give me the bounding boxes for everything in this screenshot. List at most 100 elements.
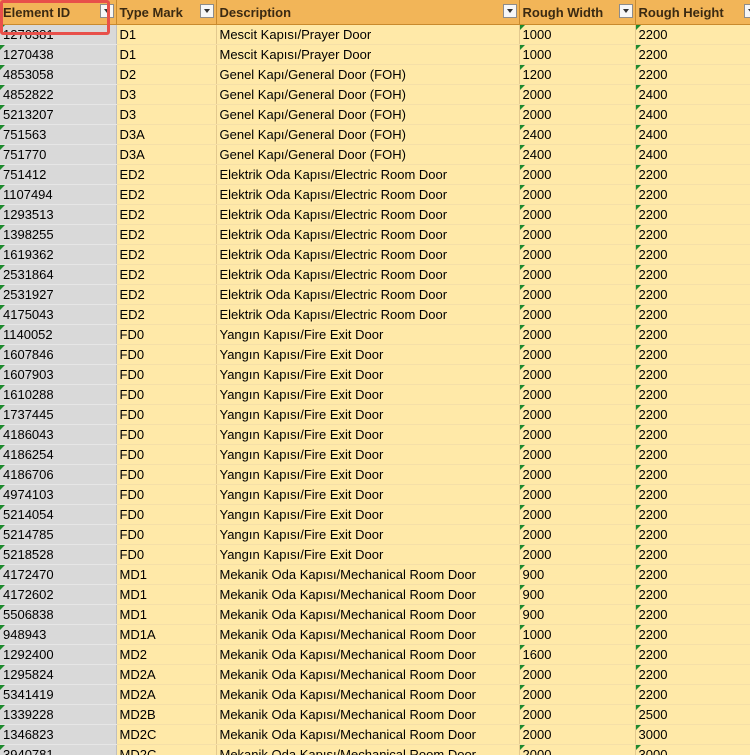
cell-type-mark[interactable]: FD0 xyxy=(116,404,217,425)
cell-type-mark[interactable]: MD1 xyxy=(116,564,217,585)
cell-rough-width[interactable]: 2000 xyxy=(519,484,636,505)
cell-type-mark[interactable]: ED2 xyxy=(116,264,217,285)
cell-type-mark[interactable]: MD2A xyxy=(116,684,217,705)
cell-element-id[interactable]: 1140052 xyxy=(0,324,117,345)
filter-dropdown-icon[interactable] xyxy=(199,4,214,18)
cell-rough-width[interactable]: 2000 xyxy=(519,704,636,725)
cell-rough-height[interactable]: 2200 xyxy=(635,584,750,605)
cell-rough-height[interactable]: 2200 xyxy=(635,164,750,185)
cell-type-mark[interactable]: MD1 xyxy=(116,584,217,605)
cell-type-mark[interactable]: FD0 xyxy=(116,544,217,565)
cell-type-mark[interactable]: FD0 xyxy=(116,484,217,505)
cell-rough-width[interactable]: 2000 xyxy=(519,284,636,305)
cell-rough-height[interactable]: 2200 xyxy=(635,644,750,665)
cell-description[interactable]: Mekanik Oda Kapısı/Mechanical Room Door xyxy=(216,564,520,585)
cell-element-id[interactable]: 4186706 xyxy=(0,464,117,485)
cell-element-id[interactable]: 5341419 xyxy=(0,684,117,705)
filter-dropdown-icon[interactable] xyxy=(618,4,633,18)
cell-type-mark[interactable]: D2 xyxy=(116,64,217,85)
cell-type-mark[interactable]: FD0 xyxy=(116,464,217,485)
cell-type-mark[interactable]: FD0 xyxy=(116,324,217,345)
cell-rough-width[interactable]: 2000 xyxy=(519,224,636,245)
cell-description[interactable]: Mekanik Oda Kapısı/Mechanical Room Door xyxy=(216,584,520,605)
cell-rough-height[interactable]: 2200 xyxy=(635,564,750,585)
cell-rough-width[interactable]: 1000 xyxy=(519,624,636,645)
cell-rough-width[interactable]: 2000 xyxy=(519,264,636,285)
cell-description[interactable]: Yangın Kapısı/Fire Exit Door xyxy=(216,524,520,545)
cell-element-id[interactable]: 5506838 xyxy=(0,604,117,625)
filter-dropdown-icon[interactable] xyxy=(502,4,517,18)
cell-type-mark[interactable]: FD0 xyxy=(116,384,217,405)
cell-rough-height[interactable]: 2200 xyxy=(635,24,750,45)
cell-element-id[interactable]: 4186254 xyxy=(0,444,117,465)
cell-rough-width[interactable]: 2000 xyxy=(519,324,636,345)
cell-description[interactable]: Mekanik Oda Kapısı/Mechanical Room Door xyxy=(216,664,520,685)
cell-type-mark[interactable]: D1 xyxy=(116,24,217,45)
cell-description[interactable]: Elektrik Oda Kapısı/Electric Room Door xyxy=(216,244,520,265)
cell-rough-height[interactable]: 2400 xyxy=(635,84,750,105)
cell-rough-width[interactable]: 2400 xyxy=(519,144,636,165)
cell-description[interactable]: Genel Kapı/General Door (FOH) xyxy=(216,64,520,85)
cell-rough-width[interactable]: 2000 xyxy=(519,464,636,485)
cell-element-id[interactable]: 5214054 xyxy=(0,504,117,525)
cell-rough-width[interactable]: 2000 xyxy=(519,304,636,325)
cell-rough-width[interactable]: 2000 xyxy=(519,204,636,225)
cell-rough-width[interactable]: 2000 xyxy=(519,544,636,565)
cell-rough-height[interactable]: 2200 xyxy=(635,364,750,385)
cell-type-mark[interactable]: FD0 xyxy=(116,524,217,545)
cell-rough-height[interactable]: 3000 xyxy=(635,724,750,745)
cell-rough-height[interactable]: 2200 xyxy=(635,544,750,565)
cell-description[interactable]: Elektrik Oda Kapısı/Electric Room Door xyxy=(216,304,520,325)
cell-description[interactable]: Mescit Kapısı/Prayer Door xyxy=(216,24,520,45)
cell-element-id[interactable]: 2531864 xyxy=(0,264,117,285)
cell-rough-height[interactable]: 2200 xyxy=(635,64,750,85)
cell-rough-height[interactable]: 2200 xyxy=(635,464,750,485)
cell-description[interactable]: Yangın Kapısı/Fire Exit Door xyxy=(216,404,520,425)
cell-element-id[interactable]: 1607903 xyxy=(0,364,117,385)
cell-rough-width[interactable]: 2000 xyxy=(519,524,636,545)
cell-description[interactable]: Mescit Kapısı/Prayer Door xyxy=(216,44,520,65)
cell-rough-width[interactable]: 2000 xyxy=(519,244,636,265)
cell-type-mark[interactable]: D3 xyxy=(116,104,217,125)
cell-rough-height[interactable]: 2200 xyxy=(635,344,750,365)
cell-type-mark[interactable]: ED2 xyxy=(116,244,217,265)
cell-type-mark[interactable]: ED2 xyxy=(116,224,217,245)
cell-type-mark[interactable]: MD2 xyxy=(116,644,217,665)
cell-rough-height[interactable]: 2200 xyxy=(635,44,750,65)
cell-rough-width[interactable]: 2000 xyxy=(519,424,636,445)
cell-element-id[interactable]: 1293513 xyxy=(0,204,117,225)
cell-element-id[interactable]: 751770 xyxy=(0,144,117,165)
cell-element-id[interactable]: 4186043 xyxy=(0,424,117,445)
cell-rough-height[interactable]: 2400 xyxy=(635,144,750,165)
cell-rough-width[interactable]: 2000 xyxy=(519,364,636,385)
cell-element-id[interactable]: 4172602 xyxy=(0,584,117,605)
cell-rough-height[interactable]: 2200 xyxy=(635,324,750,345)
cell-element-id[interactable]: 1346823 xyxy=(0,724,117,745)
filter-dropdown-icon[interactable] xyxy=(743,4,750,18)
cell-type-mark[interactable]: ED2 xyxy=(116,284,217,305)
cell-rough-width[interactable]: 900 xyxy=(519,584,636,605)
cell-rough-width[interactable]: 2000 xyxy=(519,384,636,405)
cell-element-id[interactable]: 1270381 xyxy=(0,24,117,45)
column-header-type-mark[interactable]: Type Mark xyxy=(116,0,217,25)
cell-element-id[interactable]: 5213207 xyxy=(0,104,117,125)
filter-dropdown-icon[interactable] xyxy=(99,4,114,18)
cell-rough-height[interactable]: 2200 xyxy=(635,284,750,305)
cell-description[interactable]: Mekanik Oda Kapısı/Mechanical Room Door xyxy=(216,704,520,725)
cell-type-mark[interactable]: MD2C xyxy=(116,744,217,755)
cell-description[interactable]: Yangın Kapısı/Fire Exit Door xyxy=(216,444,520,465)
cell-element-id[interactable]: 5214785 xyxy=(0,524,117,545)
cell-description[interactable]: Elektrik Oda Kapısı/Electric Room Door xyxy=(216,184,520,205)
cell-element-id[interactable]: 751412 xyxy=(0,164,117,185)
cell-description[interactable]: Elektrik Oda Kapısı/Electric Room Door xyxy=(216,204,520,225)
cell-rough-height[interactable]: 2200 xyxy=(635,244,750,265)
cell-description[interactable]: Elektrik Oda Kapısı/Electric Room Door xyxy=(216,224,520,245)
cell-rough-width[interactable]: 2000 xyxy=(519,344,636,365)
cell-type-mark[interactable]: D1 xyxy=(116,44,217,65)
cell-element-id[interactable]: 1339228 xyxy=(0,704,117,725)
cell-description[interactable]: Mekanik Oda Kapısı/Mechanical Room Door xyxy=(216,624,520,645)
cell-element-id[interactable]: 751563 xyxy=(0,124,117,145)
cell-description[interactable]: Yangın Kapısı/Fire Exit Door xyxy=(216,464,520,485)
cell-element-id[interactable]: 2531927 xyxy=(0,284,117,305)
cell-description[interactable]: Yangın Kapısı/Fire Exit Door xyxy=(216,384,520,405)
